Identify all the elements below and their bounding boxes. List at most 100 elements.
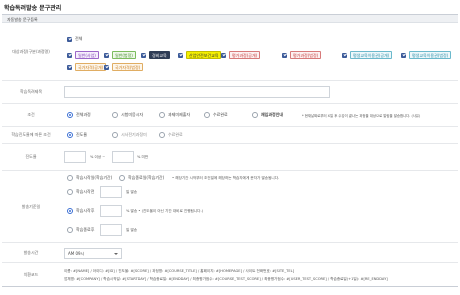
condition-option[interactable]: 재입과정안내 [252, 112, 283, 118]
target-tag-option[interactable]: 평생교육이용권(공개) [342, 51, 393, 59]
target-tag-label: 산업안전보건교육 [186, 51, 222, 59]
target-tag-option[interactable]: 국가자격(공개) [67, 63, 107, 71]
send-timing-days-input[interactable] [100, 205, 122, 217]
send-timing-option[interactable]: 학습시작후 [67, 208, 94, 214]
template-code-line1: 이름: #[NAME] / 아이디: #[ID] / 진도율: #[SCORE]… [64, 269, 294, 273]
condition-option-label: 수료완료 [213, 112, 228, 117]
radio-icon[interactable] [67, 175, 73, 181]
template-code-row: 치환코드 이름: #[NAME] / 아이디: #[ID] / 진도율: #[S… [2, 263, 458, 287]
radio-icon[interactable] [67, 227, 73, 233]
checkbox-icon[interactable] [67, 52, 72, 58]
template-code-label: 치환코드 [23, 271, 39, 277]
condition-option-label: 시험미응시자 [121, 112, 144, 117]
page-title: 학습독려발송 문구관리 [4, 5, 62, 12]
sms-condition-option-label: 진도율 [76, 132, 88, 137]
radio-icon[interactable] [67, 189, 73, 195]
checkbox-icon[interactable] [282, 52, 287, 58]
send-timing-option[interactable]: 학습종료후 [67, 227, 94, 233]
template-name-label: 학습독려제목 [19, 89, 43, 94]
sms-condition-option[interactable]: 진도율 [67, 132, 87, 138]
send-timing-option-label: 학습시작후 [76, 208, 95, 213]
checkbox-icon[interactable] [141, 52, 146, 58]
send-timing-option-label: 학습종료일(학습기간) [128, 175, 165, 180]
sms-condition-label: 학습진도율에 따른 조건 [11, 132, 51, 137]
target-tag-option[interactable]: 산업안전보건교육 [178, 51, 222, 59]
send-timing-days-input[interactable] [100, 224, 122, 236]
send-timing-row: 발송기준일 학습시작일(학습기간) 학습종료일(학습기간) • 해당기간 시작부터 … [2, 171, 458, 243]
send-timing-option[interactable]: 학습시작전 [67, 189, 94, 195]
condition-option[interactable]: 시험미응시자 [112, 112, 143, 118]
checkbox-icon[interactable] [104, 52, 109, 58]
sms-condition-option-label: 시사전기과정미 [121, 132, 147, 137]
target-tag-label: 국가자격(공개) [75, 63, 107, 71]
target-tag-label: 일반(법정) [112, 51, 136, 59]
checkbox-icon[interactable] [178, 52, 183, 58]
target-tag-option[interactable]: 일반(사업) [67, 51, 99, 59]
checkbox-icon[interactable] [67, 36, 72, 42]
send-timing-unit-label: 일 발송 [126, 228, 138, 232]
radio-icon[interactable] [112, 132, 118, 138]
radio-icon[interactable] [204, 112, 210, 118]
target-tag-option[interactable]: 경비교육 [141, 51, 170, 59]
send-timing-option-label: 학습종료후 [76, 227, 95, 232]
template-code-line2: 업체명: #[COMPANY] / 학습시작일: #[STARTDAY] / 학… [64, 277, 388, 281]
target-all-label: 전체 [75, 36, 83, 41]
radio-icon[interactable] [67, 112, 73, 118]
condition-option-label: 전체과정 [76, 112, 91, 117]
send-time-select[interactable]: AM 09시 [64, 248, 122, 259]
progress-from-input[interactable] [64, 151, 86, 163]
checkbox-icon[interactable] [104, 64, 109, 70]
progress-to-input[interactable] [112, 151, 134, 163]
send-timing-option-label: 학습시작전 [76, 189, 95, 194]
progress-label: 진도율 [25, 154, 37, 159]
target-tag-label: 일반(사업) [75, 51, 99, 59]
condition-label: 조건 [27, 112, 35, 117]
checkbox-icon[interactable] [342, 52, 347, 58]
condition-note: * 현재날짜로부터 X일 후 수강이 끝나는 과정을 대상으로 알림을 발송합니… [302, 114, 421, 118]
checkbox-icon[interactable] [401, 52, 406, 58]
radio-icon[interactable] [252, 112, 258, 118]
radio-icon[interactable] [112, 112, 118, 118]
radio-icon[interactable] [67, 132, 73, 138]
send-timing-days-input[interactable] [100, 186, 122, 198]
target-tag-option[interactable]: 평생교육이용권(법정) [401, 51, 452, 59]
target-tag-label: 평생교육이용권(공개) [350, 51, 393, 59]
send-timing-option[interactable]: 학습종료일(학습기간) [119, 175, 164, 181]
radio-icon[interactable] [119, 175, 125, 181]
target-tag-option[interactable]: 평가과정(법정) [282, 51, 322, 59]
condition-row: 조건 전체과정 시험미응시자 과제미제출자 수료완료 재입과정안내 * 현재날짜로부터 X… [2, 104, 458, 127]
condition-option[interactable]: 과제미제출자 [159, 112, 190, 118]
progress-row: 진도율 % 이상 ~ % 미만 [2, 144, 458, 171]
condition-option[interactable]: 수료완료 [204, 112, 228, 118]
target-tag-option[interactable]: 평가과정(공개) [221, 51, 261, 59]
template-name-row: 학습독려제목 [2, 81, 458, 104]
send-timing-label: 발송기준일 [21, 203, 41, 209]
section-header: 자동발송 문구등록 [2, 14, 458, 23]
sms-condition-option[interactable]: 시사전기과정미 [112, 132, 147, 138]
target-tag-label: 경비교육 [149, 51, 170, 59]
sms-condition-row: 학습진도율에 따른 조건 진도율 시사전기과정미 수료완료 [2, 127, 458, 144]
radio-icon[interactable] [159, 132, 165, 138]
condition-option-label: 과제미제출자 [168, 112, 191, 117]
send-timing-unit-label: 일 발송 [126, 190, 138, 194]
target-tag-label: 평가과정(법정) [290, 51, 322, 59]
progress-between-label: % 이상 ~ [90, 155, 106, 159]
checkbox-icon[interactable] [67, 64, 72, 70]
condition-option-label: 재입과정안내 [261, 112, 284, 117]
send-timing-option[interactable]: 학습시작일(학습기간) [67, 175, 112, 181]
target-tag-option[interactable]: 일반(법정) [104, 51, 136, 59]
radio-icon[interactable] [159, 112, 165, 118]
target-course-row: 대상과정(구분/과정명) 전체 일반(사업) 일반(법정) 경비교육 산업안전보건교육… [2, 24, 458, 81]
sms-condition-option[interactable]: 수료완료 [159, 132, 183, 138]
condition-option[interactable]: 전체과정 [67, 112, 91, 118]
section-title: 자동발송 문구등록 [7, 16, 38, 22]
template-name-input[interactable] [64, 86, 330, 98]
sms-condition-option-label: 수료완료 [168, 132, 183, 137]
target-tag-option[interactable]: 국가자격(법정) [104, 63, 144, 71]
target-tag-label: 평생교육이용권(법정) [409, 51, 452, 59]
target-all-option[interactable]: 전체 [67, 36, 82, 42]
checkbox-icon[interactable] [221, 52, 226, 58]
send-time-value: AM 09시 [68, 250, 85, 256]
radio-icon[interactable] [67, 208, 73, 214]
send-timing-unit-label: % 발송 • (진도율이 아닌 기간 대비로 진행됩니다.) [126, 209, 203, 213]
